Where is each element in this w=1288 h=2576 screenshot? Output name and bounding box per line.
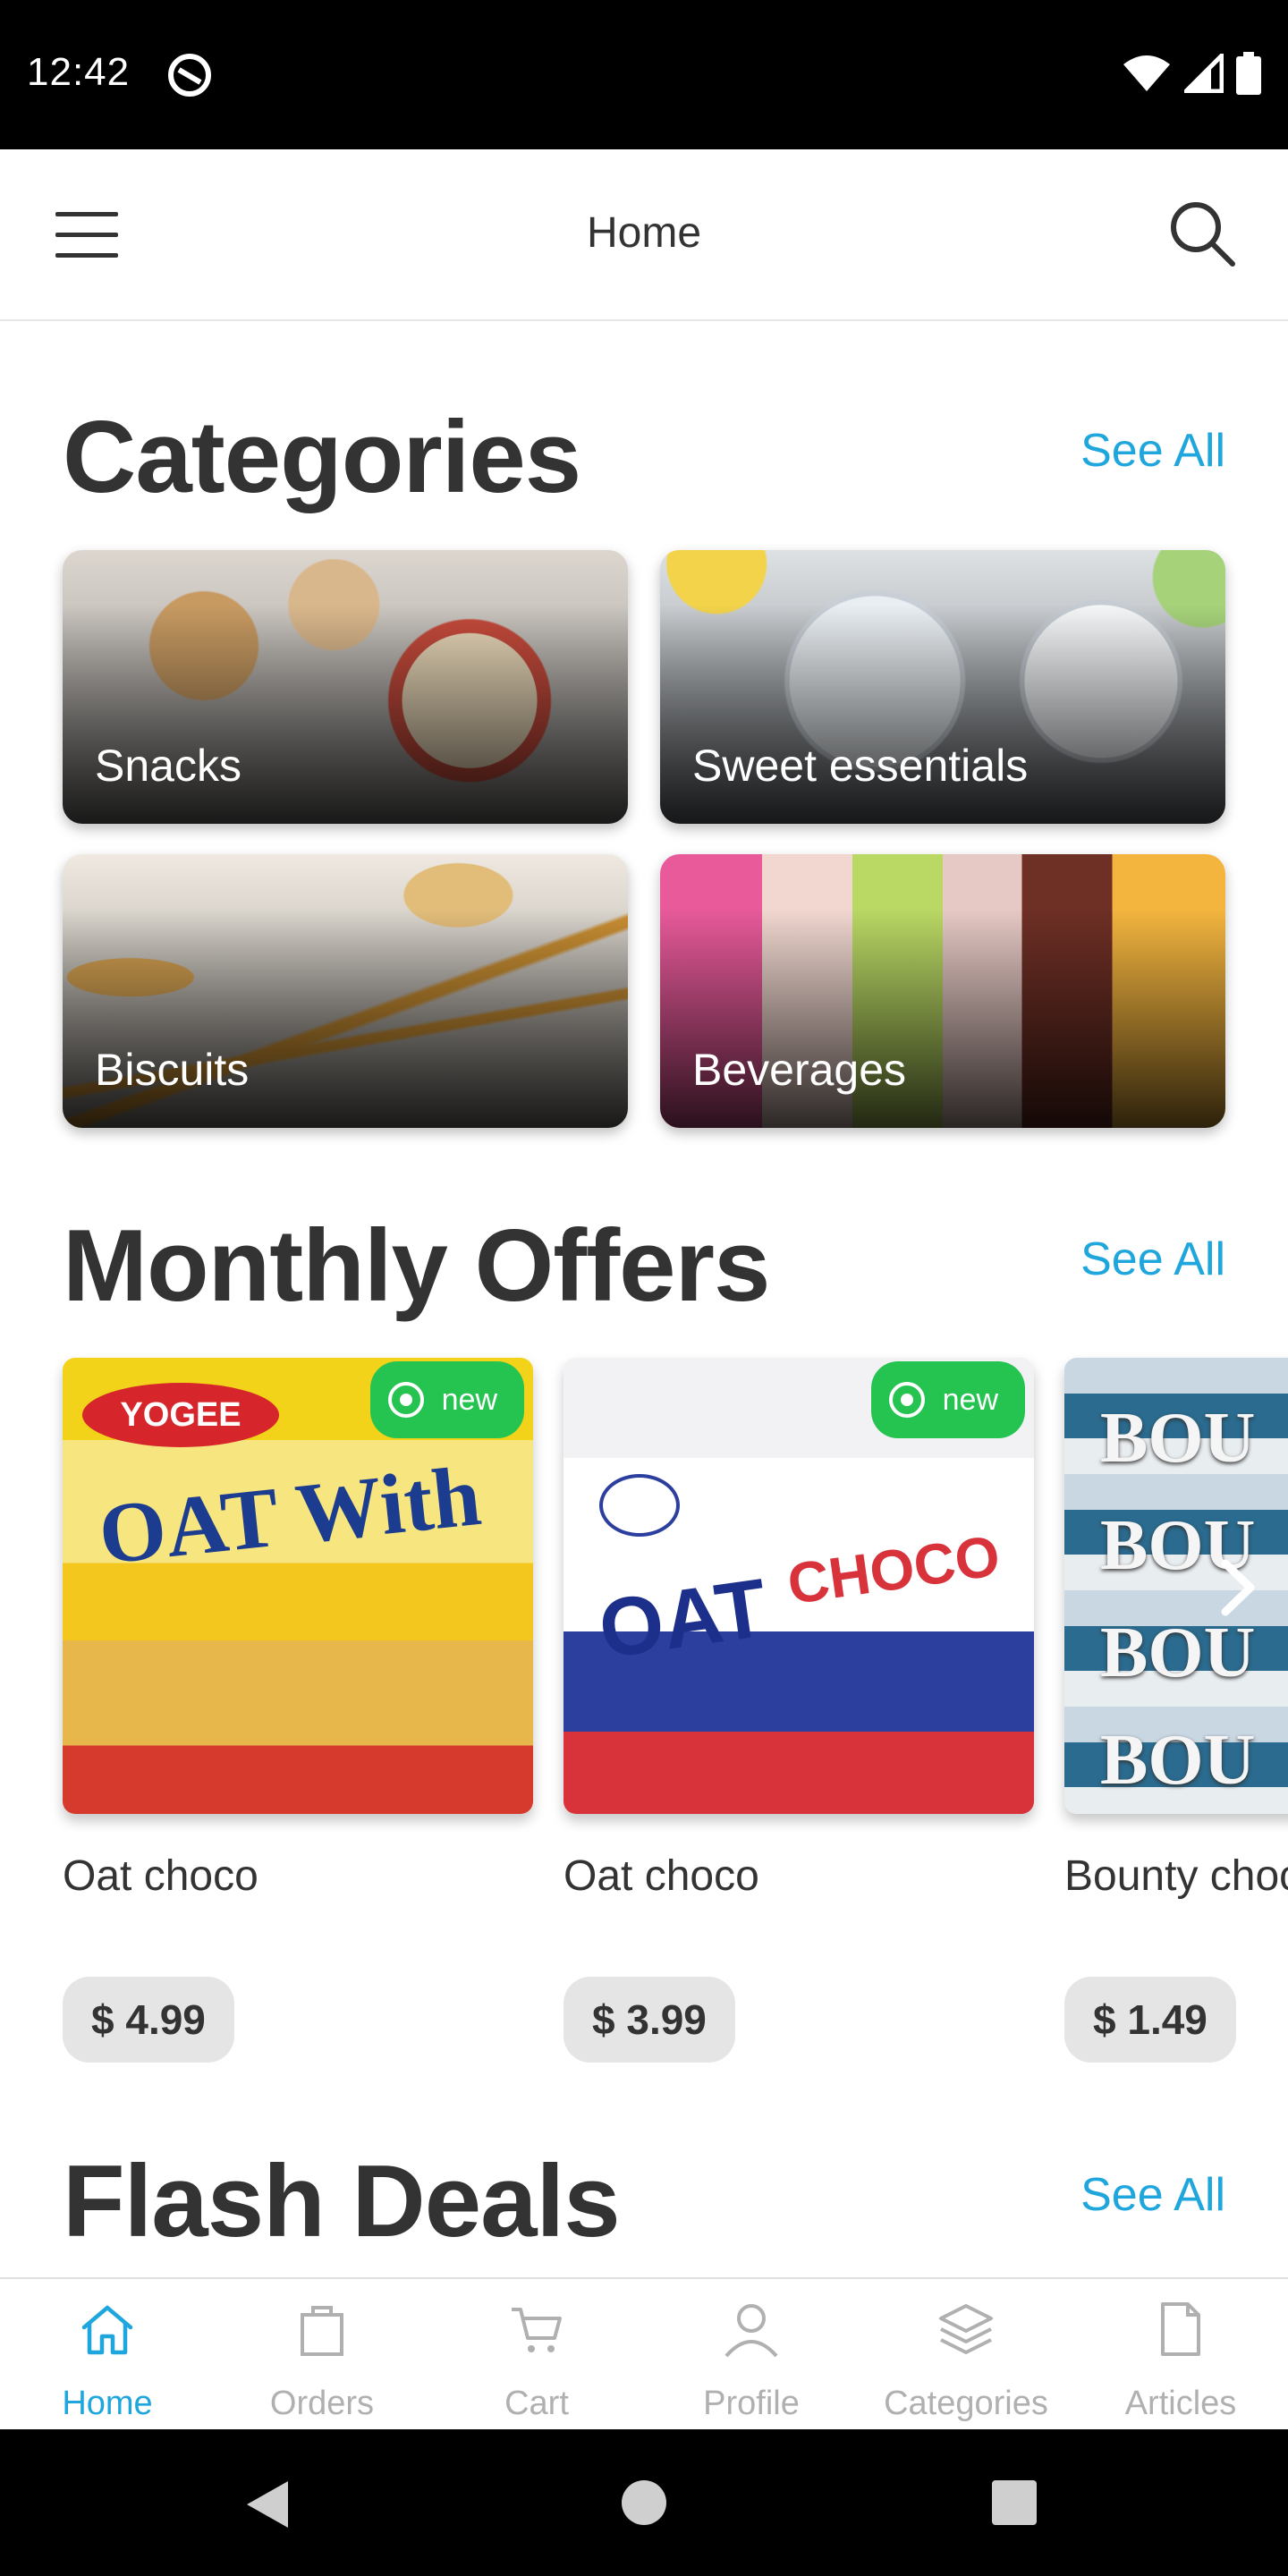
home-screen: 12:42 Home Categories See All Snacks Swe… — [0, 0, 1288, 2576]
radio-dot-icon — [387, 1382, 424, 1418]
new-badge: new — [369, 1361, 524, 1438]
category-label: Sweet essentials — [692, 741, 1029, 791]
bag-icon — [301, 2306, 343, 2356]
product-artwork: OAT With — [94, 1446, 486, 1583]
product-name: Bounty choco — [1064, 1852, 1288, 1900]
battery-icon — [1236, 52, 1261, 95]
nav-item-categories[interactable]: Categories — [859, 2279, 1073, 2429]
monthly-offers-title: Monthly Offers — [63, 1209, 770, 1323]
category-card-snacks[interactable]: Snacks — [63, 550, 628, 824]
product-name: Oat choco — [63, 1852, 258, 1900]
new-badge: new — [870, 1361, 1025, 1438]
search-icon[interactable] — [1168, 199, 1236, 267]
cart-icon — [512, 2308, 562, 2352]
at-sign-icon — [168, 54, 211, 97]
signal-icon — [1184, 54, 1224, 93]
system-navigation-bar — [0, 2429, 1288, 2576]
page-title: Home — [586, 209, 702, 257]
status-time: 12:42 — [27, 50, 131, 94]
product-name: Oat choco — [564, 1852, 759, 1900]
price-tag: $ 4.99 — [63, 1977, 234, 2063]
product-artwork: OAT — [593, 1562, 773, 1676]
price-tag: $ 3.99 — [564, 1977, 735, 2063]
nav-item-home[interactable]: Home — [0, 2279, 215, 2429]
category-card-biscuits[interactable]: Biscuits — [63, 854, 628, 1128]
status-bar: 12:42 — [0, 0, 1288, 149]
categories-title: Categories — [63, 401, 581, 514]
flash-deals-title: Flash Deals — [63, 2145, 621, 2258]
profile-icon — [724, 2304, 778, 2358]
offer-card[interactable]: YOGEE OAT With new Oat choco $ 4.99 — [63, 1358, 533, 2063]
wifi-icon — [1123, 55, 1170, 91]
app-bar: Home — [0, 149, 1288, 321]
radio-dot-icon — [888, 1382, 925, 1418]
monthly-offers-see-all-link[interactable]: See All — [1080, 1233, 1225, 1286]
category-card-beverages[interactable]: Beverages — [660, 854, 1225, 1128]
price-tag: $ 1.49 — [1064, 1977, 1236, 2063]
category-label: Snacks — [95, 741, 242, 791]
document-icon — [1161, 2302, 1200, 2356]
back-icon[interactable] — [242, 2478, 292, 2531]
home-circle-icon[interactable] — [621, 2479, 667, 2526]
product-image: OAT CHOCO new — [564, 1358, 1034, 1814]
layers-icon — [939, 2304, 993, 2354]
bottom-navigation: Home Orders Cart Profile Categories Arti… — [0, 2277, 1288, 2429]
chevron-right-icon[interactable] — [1216, 1556, 1261, 1619]
category-label: Beverages — [692, 1045, 907, 1095]
nav-item-cart[interactable]: Cart — [429, 2279, 644, 2429]
product-image: YOGEE OAT With new — [63, 1358, 533, 1814]
categories-see-all-link[interactable]: See All — [1080, 424, 1225, 478]
home-icon — [81, 2305, 133, 2355]
nav-item-profile[interactable]: Profile — [644, 2279, 859, 2429]
category-card-sweet-essentials[interactable]: Sweet essentials — [660, 550, 1225, 824]
recents-icon[interactable] — [991, 2479, 1038, 2526]
category-label: Biscuits — [95, 1045, 250, 1095]
brand-logo: YOGEE — [82, 1383, 279, 1447]
flash-deals-see-all-link[interactable]: See All — [1080, 2168, 1225, 2222]
nav-item-orders[interactable]: Orders — [215, 2279, 429, 2429]
nav-item-articles[interactable]: Articles — [1073, 2279, 1288, 2429]
brand-logo — [599, 1474, 680, 1537]
offer-card[interactable]: OAT CHOCO new Oat choco $ 3.99 — [564, 1358, 1034, 2063]
